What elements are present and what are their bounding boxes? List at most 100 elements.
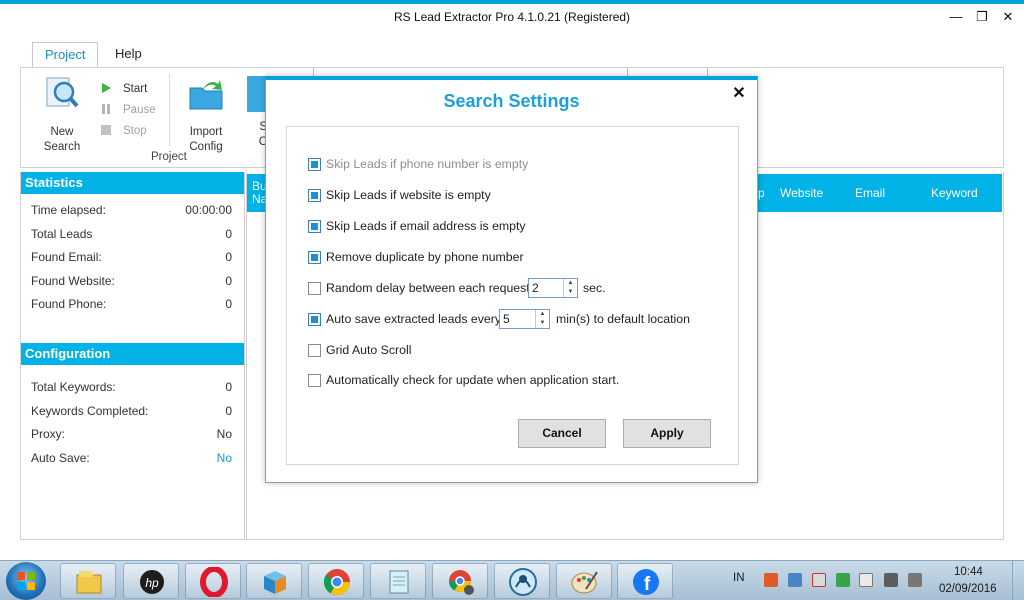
delay-value: 2 (532, 281, 539, 295)
taskbar-app[interactable]: f (617, 563, 673, 599)
option-label: Remove duplicate by phone number (326, 250, 524, 264)
new-search-button[interactable]: New Search (35, 76, 89, 155)
stat-row: Time elapsed: 00:00:00 (21, 199, 244, 223)
start-button[interactable]: Start (101, 81, 147, 97)
import-config-button[interactable]: Import Config (179, 76, 233, 155)
stat-label: Found Email: (31, 250, 102, 264)
chevron-up-icon[interactable]: ▲ (536, 310, 549, 319)
windows-logo-icon (17, 572, 35, 590)
statistics-panel: Statistics Time elapsed: 00:00:00 Total L… (20, 172, 244, 317)
apply-button[interactable]: Apply (623, 419, 711, 448)
ribbon-divider (313, 68, 314, 76)
config-label: Proxy: (31, 427, 66, 441)
import-config-label-2: Config (189, 141, 223, 153)
taskbar-app[interactable] (185, 563, 241, 599)
stat-value: 0 (225, 250, 232, 264)
taskbar-app[interactable] (370, 563, 426, 599)
delay-unit: sec. (583, 281, 606, 295)
tab-project[interactable]: Project (32, 42, 99, 68)
taskbar-app[interactable] (246, 563, 302, 599)
checkbox[interactable] (308, 220, 321, 233)
grid-col-keyword[interactable]: Keyword (931, 174, 978, 212)
restore-button[interactable]: ❐ (972, 8, 992, 26)
play-icon (102, 83, 111, 93)
close-button[interactable]: ✕ (998, 8, 1018, 26)
chevron-down-icon[interactable]: ▼ (536, 319, 549, 328)
checkbox[interactable] (308, 313, 321, 326)
config-value: 0 (225, 403, 232, 418)
search-settings-dialog: Search Settings ✕ Skip Leads if phone nu… (265, 76, 758, 483)
checkbox[interactable] (308, 189, 321, 202)
taskbar-app[interactable] (494, 563, 550, 599)
autosave-stepper[interactable]: 5 ▲ ▼ (499, 309, 550, 329)
stepper-arrows[interactable]: ▲ ▼ (535, 310, 549, 328)
grid-col-email[interactable]: Email (855, 174, 885, 212)
checkbox[interactable] (308, 251, 321, 264)
dialog-close-button[interactable]: ✕ (731, 85, 747, 103)
configuration-panel: Configuration Total Keywords: 0 Keywords … (20, 343, 244, 470)
show-desktop-button[interactable] (1012, 561, 1024, 600)
config-value: No (216, 450, 232, 465)
stat-label: Time elapsed: (31, 203, 106, 217)
stop-icon (101, 125, 111, 135)
clock-date[interactable]: 02/09/2016 (939, 583, 997, 595)
stop-button[interactable]: Stop (101, 123, 147, 139)
config-value: 0 (225, 380, 232, 394)
clock-time[interactable]: 10:44 (954, 566, 983, 578)
chevron-up-icon[interactable]: ▲ (564, 279, 577, 288)
tab-help[interactable]: Help (103, 42, 154, 68)
save-config-button[interactable]: S C (247, 76, 267, 150)
opera-icon (200, 567, 228, 597)
configuration-header: Configuration (21, 343, 244, 365)
option-label: Skip Leads if email address is empty (326, 219, 526, 233)
stat-row: Found Website: 0 (21, 270, 244, 294)
config-value: No (216, 427, 232, 441)
antivirus-icon[interactable] (836, 573, 850, 587)
taskbar: hp f IN 10:44 02/09/2016 (0, 560, 1024, 600)
taskbar-app[interactable] (60, 563, 116, 599)
device-icon[interactable] (908, 573, 922, 587)
start-button[interactable] (6, 562, 46, 600)
input-language[interactable]: IN (733, 572, 745, 584)
network-share-icon[interactable] (788, 573, 802, 587)
notepad-icon (389, 570, 409, 594)
minimize-button[interactable]: — (946, 8, 966, 26)
dialog-title: Search Settings (443, 91, 580, 111)
checkbox[interactable] (308, 344, 321, 357)
new-search-label-1: New (50, 126, 74, 138)
stat-label: Found Phone: (31, 297, 107, 311)
cancel-button[interactable]: Cancel (518, 419, 606, 448)
save-config-label-1: S (259, 121, 267, 133)
network-icon[interactable] (884, 573, 898, 587)
new-search-icon (46, 77, 79, 108)
save-config-icon (247, 76, 267, 112)
taskbar-app[interactable]: hp (123, 563, 179, 599)
volume-icon[interactable] (859, 573, 873, 587)
ribbon-divider (707, 68, 708, 76)
chevron-down-icon[interactable]: ▼ (564, 288, 577, 297)
action-center-icon[interactable] (812, 573, 826, 587)
taskbar-app[interactable] (432, 563, 488, 599)
pause-button[interactable]: Pause (101, 102, 156, 118)
taskbar-app[interactable] (556, 563, 612, 599)
checkbox[interactable] (308, 282, 321, 295)
grid-col-map[interactable]: p (758, 174, 765, 212)
stop-label: Stop (123, 125, 147, 137)
import-config-label-1: Import (189, 126, 223, 138)
config-row: Keywords Completed: 0 (21, 400, 244, 424)
stepper-arrows[interactable]: ▲ ▼ (563, 279, 577, 297)
ribbon-divider (627, 68, 628, 76)
grid-col-website[interactable]: Website (780, 174, 823, 212)
ribbon-separator (169, 74, 170, 146)
delay-stepper[interactable]: 2 ▲ ▼ (528, 278, 578, 298)
file-explorer-icon (76, 571, 102, 594)
checkbox[interactable] (308, 158, 321, 171)
svg-text:hp: hp (145, 576, 159, 590)
checkbox[interactable] (308, 374, 321, 387)
stat-value: 0 (225, 273, 232, 288)
option-label: Skip Leads if website is empty (326, 188, 491, 202)
dialog-options-box: Skip Leads if phone number is empty Skip… (286, 126, 739, 465)
taskbar-app[interactable] (308, 563, 364, 599)
autosave-unit: min(s) to default location (556, 312, 690, 326)
security-icon[interactable] (764, 573, 778, 587)
